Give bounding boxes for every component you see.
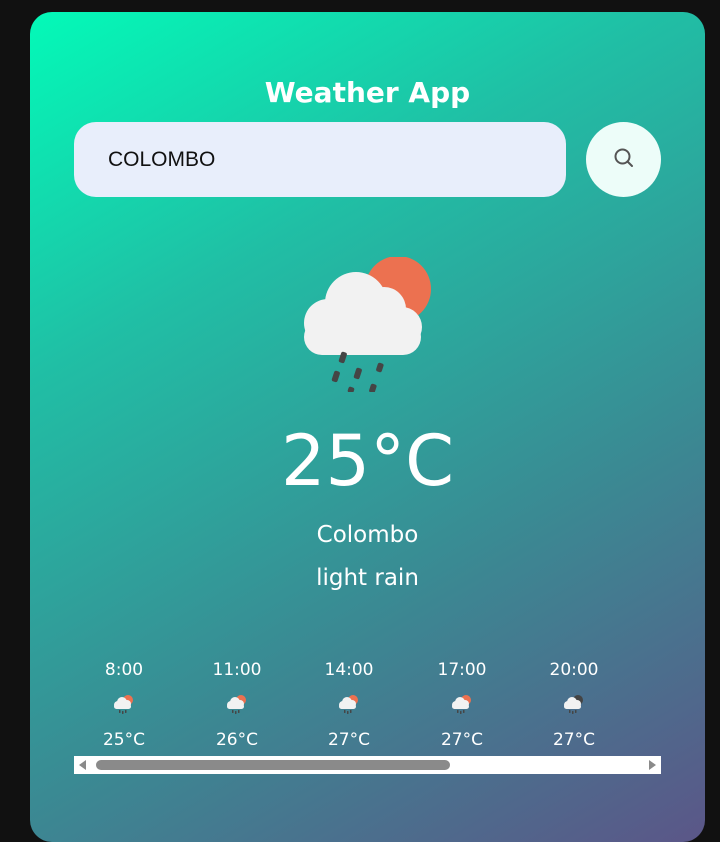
rain-cloud-sun-icon [187, 684, 287, 724]
forecast-item: 11:00 26°C [187, 660, 287, 750]
search-input[interactable] [106, 146, 566, 173]
scroll-thumb[interactable] [96, 760, 450, 770]
forecast-time: 20:00 [549, 660, 599, 680]
app-title: Weather App [264, 76, 471, 109]
forecast-time: 11:00 [212, 660, 262, 680]
forecast-temp: 27°C [327, 730, 370, 750]
search-icon [612, 146, 636, 174]
scroll-left-arrow-icon[interactable] [79, 760, 86, 770]
search-button[interactable] [586, 122, 661, 197]
current-temperature: 25°C [281, 420, 454, 502]
scroll-right-arrow-icon[interactable] [649, 760, 656, 770]
rain-cloud-moon-icon [524, 684, 624, 724]
rain-cloud-sun-icon [300, 256, 440, 394]
forecast-item: 17:00 27°C [412, 660, 512, 750]
weather-description: light rain [316, 565, 419, 591]
forecast-temp: 27°C [440, 730, 483, 750]
forecast-temp: 27°C [552, 730, 595, 750]
rain-cloud-sun-icon [74, 684, 174, 724]
forecast-item: 20:00 27°C [524, 660, 624, 750]
forecast-temp: 26°C [215, 730, 258, 750]
rain-cloud-sun-icon [412, 684, 512, 724]
search-field[interactable] [74, 122, 566, 197]
city-name: Colombo [316, 522, 419, 548]
hourly-forecast[interactable]: 8:00 25°C 11:00 26°C 14:00 27°C 17:00 27… [74, 660, 661, 760]
forecast-item: 14:00 27°C [299, 660, 399, 750]
rain-cloud-sun-icon [299, 684, 399, 724]
forecast-time: 14:00 [324, 660, 374, 680]
forecast-item: 8:00 25°C [74, 660, 174, 750]
forecast-temp: 25°C [102, 730, 145, 750]
forecast-time: 8:00 [104, 660, 144, 680]
forecast-time: 17:00 [437, 660, 487, 680]
weather-card: Weather App COLOMBO 25°C Colombo light r… [30, 12, 705, 842]
horizontal-scrollbar[interactable] [74, 756, 661, 774]
